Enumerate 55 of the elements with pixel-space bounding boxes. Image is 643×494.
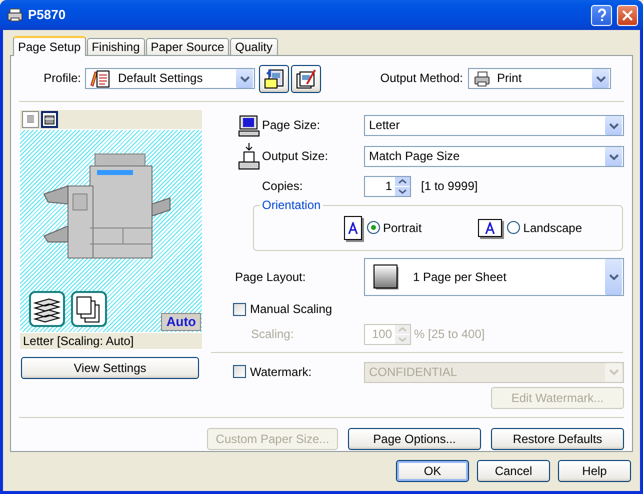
view-settings-button[interactable]: View Settings — [21, 357, 199, 379]
output-size-dropdown[interactable]: Match Page Size — [364, 146, 624, 167]
profile-dropdown[interactable]: Default Settings — [85, 68, 255, 89]
tab[interactable]: Quality — [230, 38, 278, 55]
letter-a-icon — [485, 222, 496, 234]
dialog-button[interactable]: OK — [396, 460, 469, 482]
page-view-button[interactable] — [22, 111, 39, 128]
copies-spinner[interactable]: 1 — [364, 176, 411, 197]
page-layout-dropdown[interactable]: 1 Page per Sheet — [364, 258, 624, 296]
copies-range: [1 to 9999] — [421, 179, 478, 194]
spin-arrows-icon — [395, 177, 410, 196]
question-mark-icon — [596, 8, 608, 22]
copies-label: Copies: — [262, 179, 304, 194]
output-size-label: Output Size: — [262, 149, 330, 164]
orientation-legend: Orientation — [260, 198, 323, 212]
help-button[interactable] — [591, 4, 612, 26]
preview-caption: Letter [Scaling: Auto] — [19, 332, 203, 350]
output-method-label: Output Method: — [380, 71, 464, 86]
monitor-icon — [238, 114, 260, 136]
import-document-icon — [263, 68, 285, 90]
tab[interactable]: Finishing — [86, 38, 145, 55]
close-icon — [622, 10, 633, 20]
profile-edit-button[interactable] — [291, 64, 321, 92]
page-action-button[interactable]: Restore Defaults — [491, 428, 624, 450]
pages-icon — [71, 291, 107, 327]
letter-a-icon — [348, 222, 358, 234]
page-icon — [25, 114, 36, 125]
orientation-radio[interactable]: Portrait — [367, 220, 422, 236]
page-action-button[interactable]: Page Options... — [348, 428, 481, 450]
edit-document-icon — [295, 68, 317, 90]
page-stack-icon — [29, 291, 65, 327]
scaling-range: % [25 to 400] — [414, 326, 485, 342]
printer-output-icon — [238, 142, 260, 170]
scaling-spinner: 100 — [364, 324, 411, 344]
page-layout-label: Page Layout: — [235, 270, 307, 284]
page-size-label: Page Size: — [262, 118, 322, 133]
orientation-radio[interactable]: Landscape — [507, 220, 582, 236]
scaling-label: Scaling: — [251, 326, 295, 342]
spin-arrows-icon — [395, 324, 410, 344]
profile-import-button[interactable] — [259, 64, 289, 92]
page-size-dropdown[interactable]: Letter — [364, 115, 624, 136]
auto-badge: Auto — [161, 313, 201, 331]
page-gradient-icon — [373, 264, 399, 290]
profile-label: Profile: — [42, 71, 82, 86]
watermark-dropdown: CONFIDENTIAL — [364, 362, 624, 382]
printer-view-button[interactable] — [41, 111, 58, 128]
dialog-button[interactable]: Cancel — [477, 460, 550, 482]
close-button[interactable] — [617, 4, 638, 26]
tab[interactable]: Page Setup — [13, 36, 86, 56]
manual-scaling-checkbox[interactable]: Manual Scaling — [233, 297, 632, 322]
tab[interactable]: Paper Source — [146, 38, 230, 55]
window-title: P5870 — [28, 7, 67, 23]
dialog-button[interactable]: Help — [558, 460, 631, 482]
output-method-dropdown[interactable]: Print — [468, 68, 611, 89]
profile-document-icon — [90, 68, 112, 88]
